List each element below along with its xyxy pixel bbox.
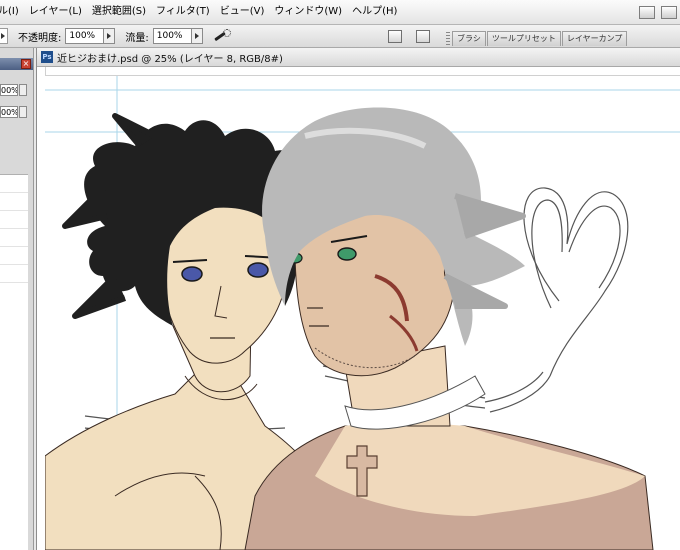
layer-row[interactable] <box>0 211 28 229</box>
menu-filter[interactable]: フィルタ(T) <box>151 0 215 24</box>
layers-panel: × 00% 00% <box>0 48 34 550</box>
panel-fill-arrow[interactable] <box>19 106 27 118</box>
opacity-label: 不透明度: <box>18 32 62 44</box>
options-bar: 不透明度: 100% 流量: 100% ブラシ ツールプリセット レイヤーカンプ <box>0 25 680 48</box>
blue-eye <box>181 266 203 282</box>
window-controls <box>636 0 680 24</box>
airbrush-icon[interactable] <box>211 28 231 44</box>
flow-input[interactable]: 100% <box>152 28 192 44</box>
layer-list <box>0 174 28 550</box>
tab-brushes[interactable]: ブラシ <box>452 31 486 46</box>
panel-opacity-arrow[interactable] <box>19 84 27 96</box>
close-icon[interactable]: × <box>21 59 31 69</box>
menu-window[interactable]: ウィンドウ(W) <box>269 0 347 24</box>
arrow-right-icon <box>107 33 112 39</box>
menu-view[interactable]: ビュー(V) <box>215 0 270 24</box>
menu-layer[interactable]: レイヤー(L) <box>24 0 87 24</box>
menu-select[interactable]: 選択範囲(S) <box>87 0 151 24</box>
document-title: 近ヒジおまけ.psd @ 25% (レイヤー 8, RGB/8#) <box>57 53 283 65</box>
tab-layer-comps[interactable]: レイヤーカンプ <box>561 31 628 46</box>
airbrush-spray <box>222 29 231 37</box>
tab-tool-presets[interactable]: ツールプリセット <box>486 31 561 46</box>
canvas-area[interactable] <box>45 76 680 550</box>
layer-row[interactable] <box>0 175 28 193</box>
panel-title-bar: × <box>0 58 33 70</box>
layer-row[interactable] <box>0 193 28 211</box>
opacity-input[interactable]: 100% <box>65 28 105 44</box>
palette-well-tabs: ブラシ ツールプリセット レイヤーカンプ <box>446 26 628 46</box>
flow-label: 流量: <box>125 32 149 44</box>
layer-row[interactable] <box>0 247 28 265</box>
opacity-slider-button[interactable] <box>104 28 116 44</box>
panel-opacity-field[interactable]: 00% <box>0 84 18 96</box>
minimize-icon[interactable] <box>639 5 655 19</box>
flow-slider-button[interactable] <box>191 28 203 44</box>
green-eye <box>337 247 357 261</box>
dropdown-arrow-icon <box>1 33 5 39</box>
restore-icon[interactable] <box>661 5 677 19</box>
menu-help[interactable]: ヘルプ(H) <box>347 0 402 24</box>
right-character <box>244 107 654 550</box>
menu-tool[interactable]: ル(I) <box>0 0 24 24</box>
document-title-bar[interactable]: Ps 近ヒジおまけ.psd @ 25% (レイヤー 8, RGB/8#) <box>37 48 680 67</box>
layer-row[interactable] <box>0 265 28 283</box>
layer-row[interactable] <box>0 229 28 247</box>
brush-palette-toggle-icon[interactable] <box>388 29 402 43</box>
tool-palette-toggle-icon[interactable] <box>416 29 430 43</box>
grip-icon <box>446 32 450 46</box>
menu-bar: ル(I) レイヤー(L) 選択範囲(S) フィルタ(T) ビュー(V) ウィンド… <box>0 0 680 25</box>
brush-preset-dropdown[interactable] <box>0 28 8 44</box>
palette-well: ブラシ ツールプリセット レイヤーカンプ <box>388 25 628 47</box>
document-window: Ps 近ヒジおまけ.psd @ 25% (レイヤー 8, RGB/8#) <box>36 48 680 550</box>
blue-eye <box>247 262 269 278</box>
ruler-horizontal[interactable] <box>45 67 680 76</box>
panel-fill-field[interactable]: 00% <box>0 106 18 118</box>
artwork <box>45 76 680 550</box>
arrow-right-icon <box>194 33 199 39</box>
psd-document-icon: Ps <box>41 51 53 63</box>
